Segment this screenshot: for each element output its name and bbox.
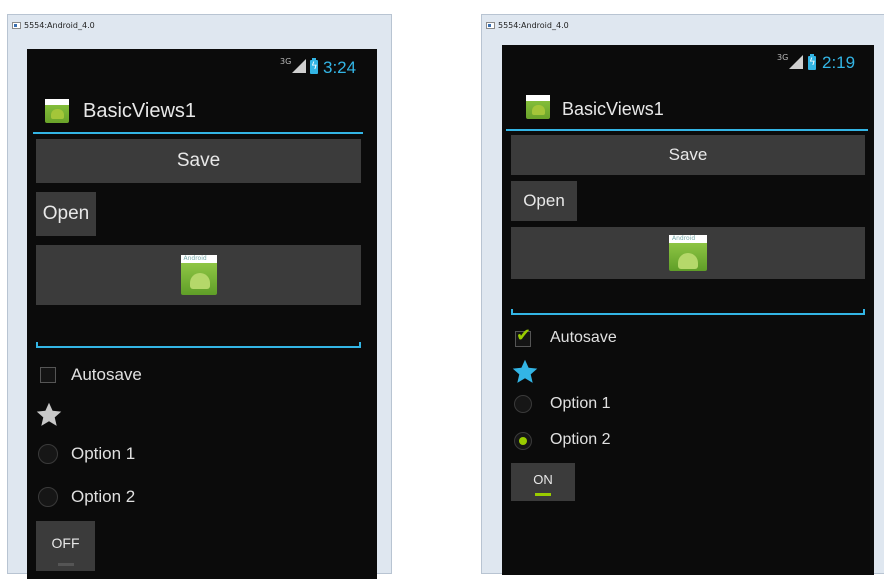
option-1-label: Option 1 [550, 395, 611, 412]
toggle-button[interactable]: ON [511, 463, 575, 501]
app-icon [526, 95, 550, 119]
status-bar: 3G ϟ 3:24 [27, 49, 377, 83]
android-icon-text: Android [672, 235, 696, 242]
window-title: 5554:Android_4.0 [24, 21, 95, 30]
window-titlebar: 5554:Android_4.0 [8, 15, 391, 37]
network-type: 3G [777, 53, 789, 62]
save-button[interactable]: Save [511, 135, 865, 175]
open-button[interactable]: Open [36, 192, 96, 236]
action-bar-divider [33, 132, 363, 134]
battery-icon: ϟ [808, 54, 816, 70]
image-button[interactable]: Android [511, 227, 865, 279]
toggle-label: OFF [51, 535, 80, 551]
status-clock: 3:24 [323, 58, 357, 77]
edit-text-field[interactable] [511, 309, 865, 315]
autosave-label: Autosave [71, 365, 142, 384]
image-button[interactable]: Android [36, 245, 361, 305]
action-bar-divider [506, 129, 868, 131]
android-icon-text: Android [183, 255, 207, 262]
option-2-label: Option 2 [550, 431, 611, 448]
android-icon: Android [180, 255, 217, 295]
autosave-label: Autosave [550, 329, 617, 346]
autosave-checkbox[interactable] [40, 367, 56, 383]
save-button[interactable]: Save [36, 139, 361, 183]
app-icon [45, 99, 69, 123]
android-icon: Android [669, 235, 707, 271]
device-screen: 3G ϟ 2:19 BasicViews1 Save Open Android … [502, 45, 874, 575]
radio-option-1[interactable] [514, 395, 532, 413]
open-button[interactable]: Open [511, 181, 577, 221]
star-icon[interactable] [35, 401, 63, 429]
option-1-label: Option 1 [71, 444, 136, 463]
app-title: BasicViews1 [562, 99, 664, 119]
window-titlebar: 5554:Android_4.0 [482, 15, 884, 37]
edit-text-field[interactable] [36, 342, 361, 348]
radio-option-2[interactable] [514, 432, 532, 450]
toggle-label: ON [533, 471, 553, 487]
app-title: BasicViews1 [83, 100, 197, 122]
radio-option-2[interactable] [38, 487, 58, 507]
option-2-label: Option 2 [71, 487, 136, 506]
emulator-window-right: 5554:Android_4.0 3G ϟ 2:19 BasicViews1 S… [481, 14, 884, 575]
signal-icon [292, 59, 306, 73]
emulator-window-left: 5554:Android_4.0 3G ϟ 3:24 BasicViews1 S… [7, 14, 392, 579]
toggle-button[interactable]: OFF [36, 521, 95, 571]
status-bar: 3G ϟ 2:19 [502, 45, 874, 79]
checkmark-icon: ✔ [516, 325, 532, 346]
window-title: 5554:Android_4.0 [498, 21, 569, 30]
radio-option-1[interactable] [38, 444, 58, 464]
window-icon [12, 22, 21, 29]
network-type: 3G [280, 57, 292, 66]
star-icon[interactable] [511, 358, 539, 386]
window-icon [486, 22, 495, 29]
signal-icon [789, 55, 803, 69]
status-clock: 2:19 [822, 53, 856, 72]
battery-icon: ϟ [310, 58, 318, 74]
device-screen: 3G ϟ 3:24 BasicViews1 Save Open Android … [27, 49, 377, 579]
toggle-indicator [535, 493, 551, 496]
